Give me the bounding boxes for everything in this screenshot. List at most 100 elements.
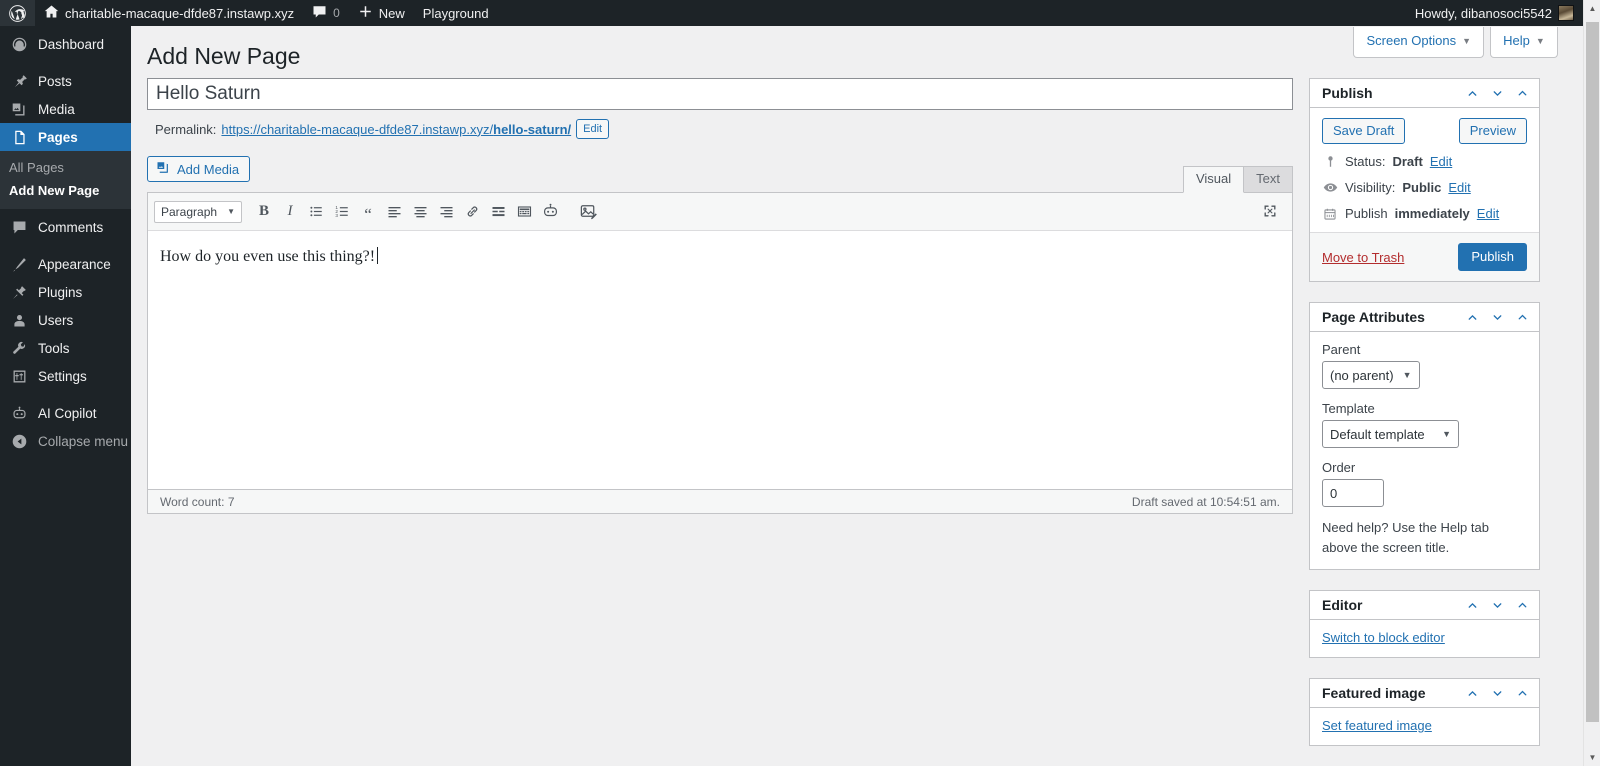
numbered-list-icon[interactable]: 123 [329, 199, 355, 225]
panel-toggle-icon[interactable] [1515, 686, 1529, 700]
edit-visibility-link[interactable]: Edit [1448, 179, 1470, 196]
edit-schedule-link[interactable]: Edit [1477, 205, 1499, 222]
home-icon [44, 4, 59, 22]
scroll-down-arrow-icon[interactable]: ▼ [1584, 749, 1600, 766]
sidebar-item-pages[interactable]: Pages [0, 123, 139, 151]
chevron-down-icon[interactable] [1490, 310, 1504, 324]
page-scrollbar[interactable]: ▲ ▼ [1583, 0, 1600, 766]
comment-icon [9, 217, 29, 237]
sidebar-item-comments[interactable]: Comments [0, 213, 131, 241]
my-account-menu[interactable]: Howdy, dibanosoci5542 [1406, 0, 1583, 26]
align-right-icon[interactable] [433, 199, 459, 225]
collapse-arrow-icon [9, 431, 29, 451]
parent-label: Parent [1322, 342, 1361, 357]
sidebar-item-tools[interactable]: Tools [0, 334, 131, 362]
scroll-up-arrow-icon[interactable]: ▲ [1584, 0, 1600, 17]
sidebar-item-settings[interactable]: Settings [0, 362, 131, 390]
panel-toggle-icon[interactable] [1515, 310, 1529, 324]
chevron-up-icon[interactable] [1465, 310, 1479, 324]
bulleted-list-icon[interactable] [303, 199, 329, 225]
bold-icon[interactable]: B [251, 199, 277, 225]
status-value: Draft [1392, 154, 1423, 169]
chevron-down-icon: ▼ [1535, 36, 1545, 47]
post-title-input[interactable] [147, 78, 1293, 110]
image-edit-icon[interactable] [575, 199, 601, 225]
save-draft-button[interactable]: Save Draft [1322, 118, 1406, 144]
align-center-icon[interactable] [407, 199, 433, 225]
edit-permalink-button[interactable]: Edit [576, 119, 610, 139]
blockquote-icon[interactable]: “ [355, 199, 381, 225]
order-input-value: 0 [1330, 485, 1338, 501]
visibility-row: Visibility: Public Edit [1322, 179, 1527, 196]
insert-link-icon[interactable] [459, 199, 485, 225]
chevron-down-icon[interactable] [1490, 86, 1504, 100]
order-label: Order [1322, 460, 1356, 475]
sidebar-item-posts[interactable]: Posts [0, 67, 131, 95]
chevron-down-icon: ▼ [1462, 36, 1471, 47]
chevron-up-icon[interactable] [1465, 86, 1479, 100]
scrollbar-thumb[interactable] [1586, 22, 1599, 722]
fullscreen-expand-icon[interactable] [1258, 199, 1282, 223]
toolbar-toggle-icon[interactable] [511, 199, 537, 225]
sidebar-item-label: Media [38, 101, 75, 117]
editor-container: Paragraph ▼ B I 123 “ How do you even us… [147, 192, 1293, 514]
publish-button[interactable]: Publish [1458, 243, 1527, 271]
plugins-plug-icon [9, 282, 29, 302]
post-body-content: Permalink: https://charitable-macaque-df… [147, 78, 1293, 514]
svg-text:3: 3 [335, 213, 338, 218]
chevron-down-icon[interactable] [1490, 598, 1504, 612]
playground-label: Playground [422, 5, 489, 21]
sidebar-item-appearance[interactable]: Appearance [0, 250, 131, 278]
sidebar-item-users[interactable]: Users [0, 306, 131, 334]
site-name-menu[interactable]: charitable-macaque-dfde87.instawp.xyz [35, 0, 303, 26]
menu-separator [0, 241, 131, 250]
comments-menu[interactable]: 0 [303, 0, 349, 26]
tools-wrench-icon [9, 338, 29, 358]
sidebar-item-media[interactable]: Media [0, 95, 131, 123]
help-button[interactable]: Help ▼ [1490, 27, 1558, 58]
avatar [1558, 5, 1574, 21]
sidebar-item-label: Pages [38, 129, 78, 145]
sidebar-item-ai-copilot[interactable]: AI Copilot [0, 399, 131, 427]
italic-icon[interactable]: I [277, 199, 303, 225]
chevron-down-icon: ▼ [1442, 429, 1451, 439]
order-input[interactable]: 0 [1322, 479, 1384, 507]
move-to-trash-link[interactable]: Move to Trash [1322, 250, 1404, 265]
editor-toolbar: Paragraph ▼ B I 123 “ [148, 193, 1292, 231]
panel-toggle-icon[interactable] [1515, 598, 1529, 612]
post-content-editor[interactable]: How do you even use this thing?! [148, 231, 1292, 489]
edit-status-link[interactable]: Edit [1430, 153, 1452, 170]
template-select[interactable]: Default template ▼ [1322, 420, 1459, 448]
featured-image-header: Featured image [1310, 679, 1539, 708]
sidebar-item-plugins[interactable]: Plugins [0, 278, 131, 306]
sidebar-item-dashboard[interactable]: Dashboard [0, 30, 131, 58]
paragraph-format-select[interactable]: Paragraph ▼ [154, 200, 242, 223]
preview-button[interactable]: Preview [1458, 118, 1527, 144]
new-content-menu[interactable]: New [349, 0, 414, 26]
panel-toggle-icon[interactable] [1515, 86, 1529, 100]
tab-visual[interactable]: Visual [1182, 166, 1245, 193]
set-featured-image-link[interactable]: Set featured image [1322, 718, 1432, 733]
align-left-icon[interactable] [381, 199, 407, 225]
permalink-link[interactable]: https://charitable-macaque-dfde87.instaw… [221, 122, 571, 137]
postbox-controls [1465, 310, 1529, 324]
read-more-icon[interactable] [485, 199, 511, 225]
playground-menu[interactable]: Playground [414, 0, 498, 26]
screen-options-button[interactable]: Screen Options ▼ [1353, 27, 1484, 58]
chevron-up-icon[interactable] [1465, 686, 1479, 700]
ai-robot-icon[interactable] [537, 199, 563, 225]
robot-icon [9, 403, 29, 423]
tab-text[interactable]: Text [1243, 166, 1293, 192]
chevron-up-icon[interactable] [1465, 598, 1479, 612]
text-caret [377, 247, 379, 264]
wordpress-logo-icon[interactable] [0, 0, 35, 26]
add-media-button[interactable]: Add Media [147, 156, 251, 182]
sidebar-item-collapse-menu[interactable]: Collapse menu [0, 427, 131, 455]
chevron-down-icon[interactable] [1490, 686, 1504, 700]
admin-sidebar-menu: Dashboard Posts Media Pages All Pages Ad… [0, 26, 139, 766]
users-icon [9, 310, 29, 330]
sidebar-subitem-add-new-page[interactable]: Add New Page [0, 179, 131, 202]
parent-select[interactable]: (no parent) ▼ [1322, 361, 1420, 389]
switch-to-block-editor-link[interactable]: Switch to block editor [1322, 630, 1445, 645]
sidebar-subitem-all-pages[interactable]: All Pages [0, 156, 131, 179]
